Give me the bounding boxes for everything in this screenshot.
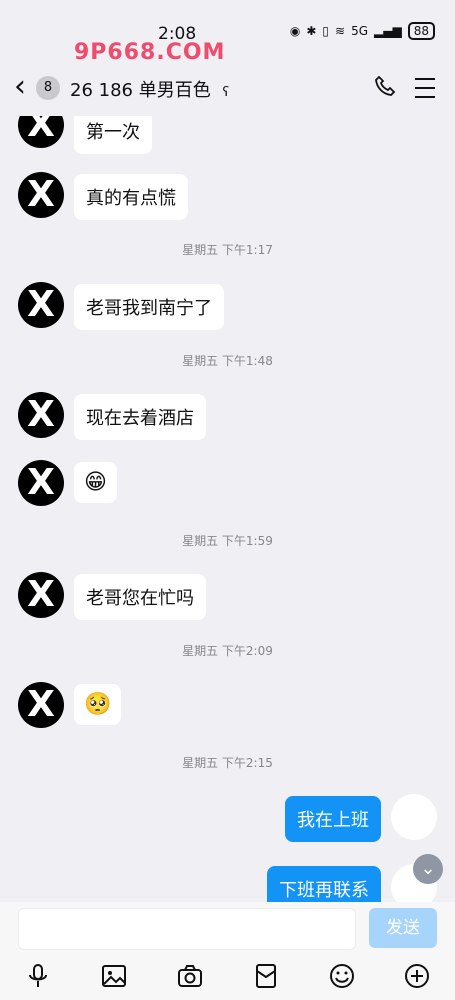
camera-icon[interactable] xyxy=(176,962,204,990)
avatar[interactable]: X xyxy=(18,460,64,506)
avatar[interactable]: X xyxy=(18,682,64,728)
emoji-message[interactable]: 🥺 xyxy=(74,684,122,725)
timestamp: 星期五 下午1:59 xyxy=(182,534,273,548)
image-icon[interactable] xyxy=(100,962,128,990)
red-packet-icon[interactable] xyxy=(252,962,280,990)
timestamp: 星期五 下午2:15 xyxy=(182,756,273,770)
microphone-icon[interactable] xyxy=(24,962,52,990)
send-button[interactable]: 发送 xyxy=(369,908,437,948)
signal-icon: ▂▄▆ xyxy=(374,24,402,38)
avatar[interactable]: X xyxy=(18,116,64,148)
timestamp: 星期五 下午1:17 xyxy=(182,243,273,257)
message-bubble[interactable]: 现在去着酒店 xyxy=(74,394,206,440)
battery-icon: 88 xyxy=(407,22,435,40)
system-icons: ◉ ✱ ▯ ≋ 5G ▂▄▆ 88 xyxy=(290,22,435,40)
message-bubble[interactable]: 真的有点慌 xyxy=(74,174,188,220)
menu-icon[interactable] xyxy=(415,78,435,98)
message-bubble[interactable]: 老哥您在忙吗 xyxy=(74,574,206,620)
chat-title-text: 26 186 单男百色 xyxy=(70,80,211,101)
back-icon[interactable]: ‹ xyxy=(14,72,26,102)
signal-label: 5G xyxy=(351,24,369,38)
timestamp: 星期五 下午2:09 xyxy=(182,644,273,658)
my-avatar[interactable] xyxy=(391,794,437,840)
message-list[interactable]: X 第一次 X 真的有点慌 星期五 下午1:17 X 老哥我到南宁了 星期五 下… xyxy=(0,116,455,902)
unread-badge[interactable]: 8 xyxy=(36,76,60,100)
emoji-message[interactable]: 😁 xyxy=(74,462,117,503)
chat-title: 26 186 单男百色 ʕ xyxy=(70,76,229,102)
sent-bubble[interactable]: 我在上班 xyxy=(285,796,381,842)
message-bubble[interactable]: 第一次 xyxy=(74,116,152,154)
ear-icon: ʕ xyxy=(222,85,230,100)
sent-bubble[interactable]: 下班再联系 xyxy=(267,866,381,902)
avatar[interactable]: X xyxy=(18,172,64,218)
composer: 发送 xyxy=(0,902,455,1000)
avatar[interactable]: X xyxy=(18,282,64,328)
plus-icon[interactable] xyxy=(403,962,431,990)
timestamp: 星期五 下午1:48 xyxy=(182,354,273,368)
wifi-icon: ≋ xyxy=(335,24,346,38)
emoji-icon[interactable] xyxy=(328,962,356,990)
message-bubble[interactable]: 老哥我到南宁了 xyxy=(74,284,224,330)
message-input[interactable] xyxy=(18,908,356,950)
status-bar: 2:08 ◉ ✱ ▯ ≋ 5G ▂▄▆ 88 9P668.COM xyxy=(0,0,455,65)
avatar[interactable]: X xyxy=(18,572,64,618)
phone-icon[interactable] xyxy=(373,74,397,98)
chat-header: ‹ 8 26 186 单男百色 ʕ xyxy=(0,62,455,116)
bluetooth-icon: ✱ xyxy=(306,24,317,38)
toolbar xyxy=(0,960,455,996)
scroll-down-icon[interactable]: ⌄ xyxy=(413,854,443,884)
eye-icon: ◉ xyxy=(289,24,301,38)
vibrate-icon: ▯ xyxy=(322,24,330,38)
avatar[interactable]: X xyxy=(18,392,64,438)
